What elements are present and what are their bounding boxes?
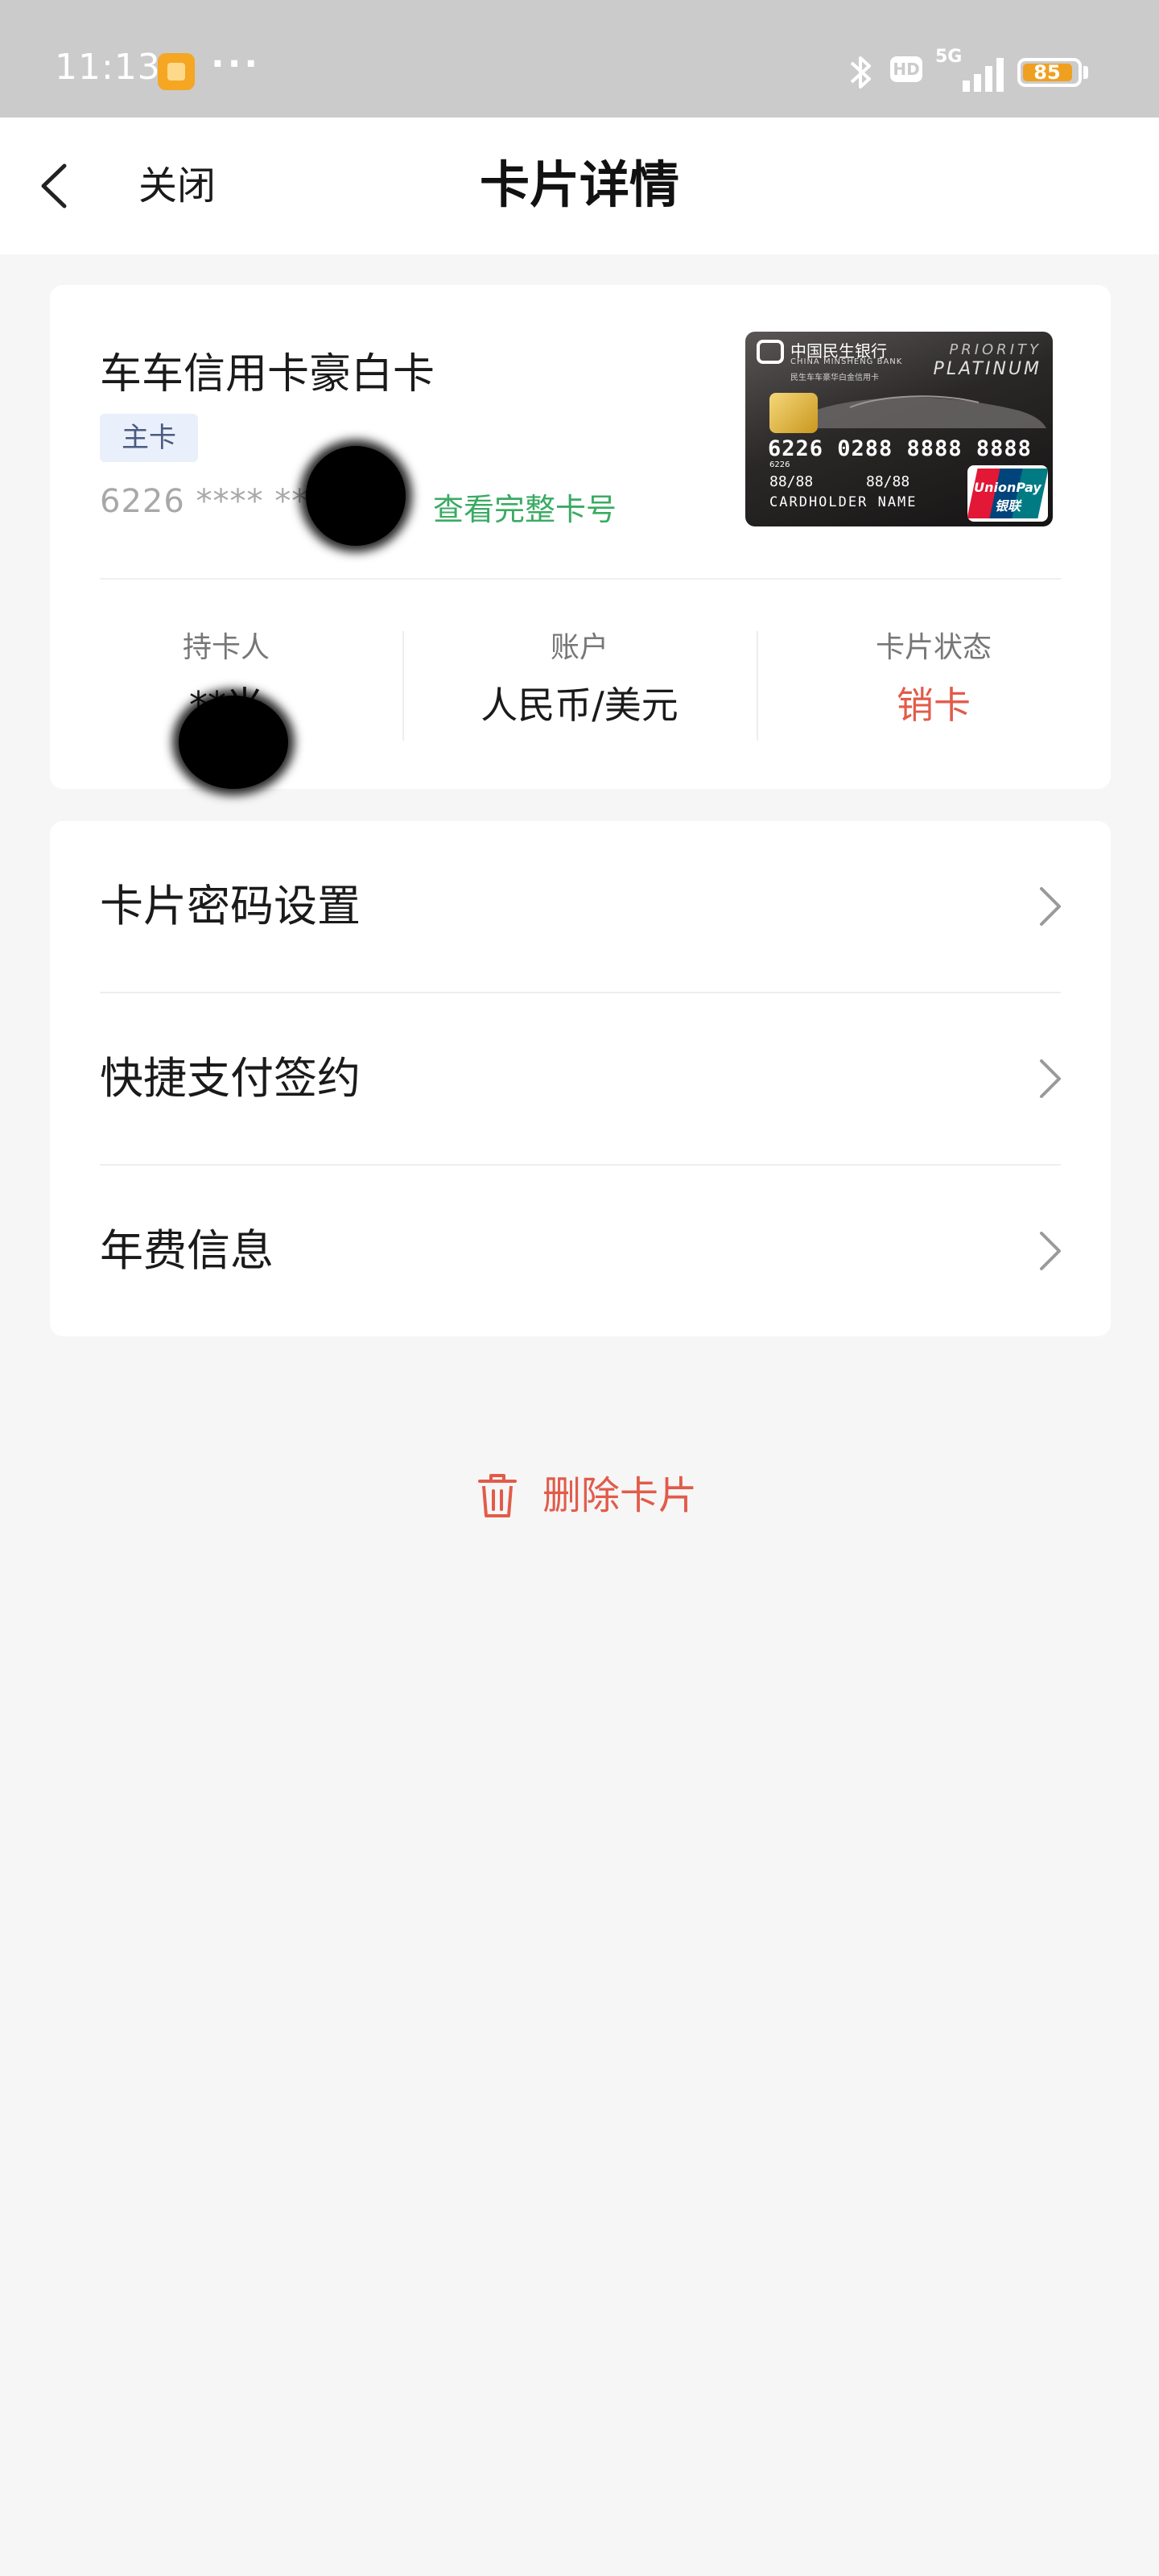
view-full-number-link[interactable]: 查看完整卡号 [433, 485, 617, 529]
card-name: 车车信用卡豪白卡 [100, 350, 435, 398]
hd-icon: HD [890, 48, 922, 97]
card-holder-name: CARDHOLDER NAME [769, 494, 918, 510]
chevron-right-icon [1040, 887, 1061, 926]
battery-cap [1083, 66, 1088, 79]
card-bank-name-en: CHINA MINSHENG BANK [790, 357, 903, 366]
trash-icon [478, 1474, 517, 1517]
card-valid-from: 88/88 [769, 473, 814, 490]
menu-item-label: 快捷支付签约 [100, 1053, 361, 1104]
signal-icon [963, 58, 1004, 92]
chevron-right-icon [1040, 1232, 1061, 1270]
card-product-name: 民生车车豪华白金信用卡 [790, 374, 879, 382]
divider [100, 578, 1061, 580]
more-notifications-icon: ··· [211, 43, 262, 85]
card-status-info: 卡片状态 销卡 [757, 628, 1111, 741]
page-title: 卡片详情 [479, 155, 679, 214]
account-value: 人民币/美元 [481, 683, 678, 727]
car-silhouette-icon [786, 395, 1046, 428]
network-type: 5G [935, 47, 963, 67]
credit-card-image: 中国民生银行 CHINA MINSHENG BANK 民生车车豪华白金信用卡 P… [745, 332, 1053, 526]
card-status-value: 销卡 [897, 683, 971, 727]
status-bar: 11:13 ··· HD 5G 85 [0, 0, 1159, 118]
primary-card-tag: 主卡 [100, 414, 198, 462]
bluetooth-icon [850, 56, 871, 89]
card-face-small-number: 6226 [769, 460, 790, 469]
card-face-number: 6226 0288 8888 8888 [768, 436, 1032, 461]
cardholder-label: 持卡人 [182, 631, 270, 664]
card-valid-thru: 88/88 [866, 473, 910, 490]
bank-logo-icon [757, 340, 784, 364]
card-details-panel: 车车信用卡豪白卡 主卡 6226 **** *** 查看完整卡号 中国民生银行 … [50, 285, 1111, 789]
card-priority-text: PRIORITY [949, 341, 1041, 358]
card-status-label: 卡片状态 [875, 631, 992, 664]
menu-item-label: 年费信息 [100, 1225, 274, 1276]
masked-card-number: 6226 **** *** [100, 483, 326, 520]
card-chip-icon [769, 393, 818, 433]
menu-item-annual-fee[interactable]: 年费信息 [50, 1166, 1111, 1336]
account-label: 账户 [550, 631, 608, 664]
nav-bar: 关闭 卡片详情 [0, 118, 1159, 254]
status-time: 11:13 [55, 47, 161, 88]
card-settings-menu: 卡片密码设置 快捷支付签约 年费信息 [50, 821, 1111, 1336]
menu-item-label: 卡片密码设置 [100, 881, 361, 931]
menu-item-card-password[interactable]: 卡片密码设置 [50, 821, 1111, 992]
card-platinum-text: PLATINUM [933, 359, 1041, 379]
unionpay-logo: UnionPay 银联 [967, 465, 1048, 522]
delete-card-label: 删除卡片 [542, 1473, 698, 1518]
battery-percent: 85 [1033, 61, 1061, 84]
chevron-right-icon [1040, 1059, 1061, 1098]
redaction-mark [306, 446, 406, 546]
redaction-mark [179, 696, 288, 789]
unionpay-text: UnionPay 银联 [974, 480, 1041, 514]
menu-item-quick-pay[interactable]: 快捷支付签约 [50, 993, 1111, 1164]
gallery-app-icon [158, 53, 195, 90]
account-info: 账户 人民币/美元 [402, 628, 757, 741]
battery-icon: 85 [1017, 58, 1082, 87]
delete-card-button[interactable]: 删除卡片 [467, 1463, 708, 1528]
